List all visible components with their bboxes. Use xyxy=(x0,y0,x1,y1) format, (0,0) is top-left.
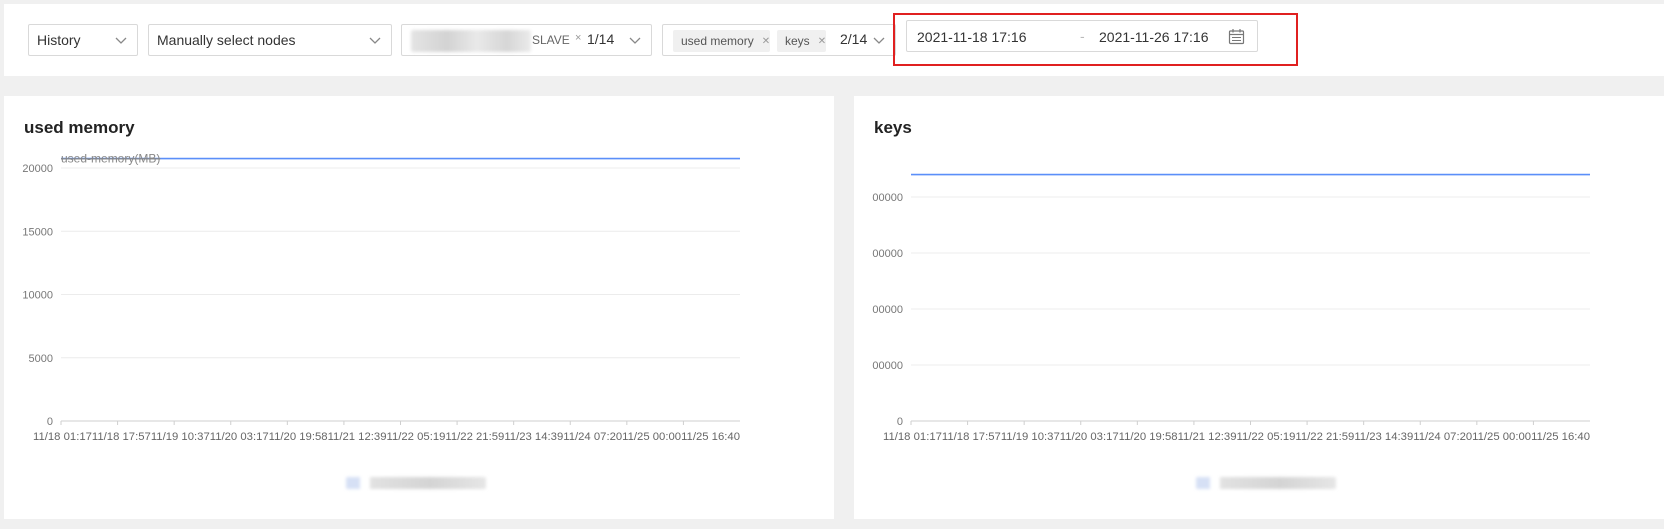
x-tick-label: 11/22 21:59 xyxy=(445,431,504,443)
x-tick-label: 11/18 17:57 xyxy=(942,431,1001,443)
metric-tag-label: keys xyxy=(785,34,810,48)
x-tick-label: 11/18 01:17 xyxy=(33,431,92,443)
x-tick-label: 11/21 12:39 xyxy=(328,431,387,443)
y-tick-label: 00000 xyxy=(872,360,903,372)
chevron-down-icon xyxy=(873,37,885,44)
date-range-highlight-box xyxy=(893,13,1298,66)
chevron-down-icon xyxy=(369,37,381,44)
x-tick-label: 11/23 14:39 xyxy=(1354,431,1413,443)
y-tick-label: 00000 xyxy=(872,192,903,204)
x-tick-label: 11/25 00:00 xyxy=(1472,431,1531,443)
x-tick-label: 11/22 05:19 xyxy=(1237,431,1296,443)
x-tick-labels: 11/18 01:17 11/18 17:57 11/19 10:37 11/20 0… xyxy=(33,431,740,443)
metric-tag: keys ✕ xyxy=(777,30,827,52)
x-tick-label: 11/24 07:20 xyxy=(1413,431,1472,443)
x-tick-label: 11/18 01:17 xyxy=(883,431,942,443)
chevron-down-icon xyxy=(629,37,641,44)
x-tick-label: 11/20 03:17 xyxy=(210,431,269,443)
chevron-down-icon xyxy=(115,37,127,44)
used-memory-chart: 0 5000 10000 15000 20000 11/18 01:17 11/18 17:… xyxy=(22,152,740,443)
close-icon[interactable]: ✕ xyxy=(762,36,770,47)
x-tick-label: 11/25 16:40 xyxy=(681,431,740,443)
x-tick-label: 11/23 14:39 xyxy=(504,431,563,443)
y-tick-label: 20000 xyxy=(22,163,53,175)
y-tick-label: 10000 xyxy=(22,290,53,302)
y-tick-label: 5000 xyxy=(29,353,53,365)
nodes-count: 1/14 xyxy=(587,31,615,47)
close-icon[interactable]: × xyxy=(575,32,581,44)
x-tick-label: 11/22 05:19 xyxy=(387,431,446,443)
node-tag-redacted xyxy=(411,30,531,52)
x-tick-label: 11/25 16:40 xyxy=(1531,431,1590,443)
mode-select-value: History xyxy=(37,32,81,48)
legend-redacted xyxy=(1196,477,1336,489)
x-tick-label: 11/22 21:59 xyxy=(1295,431,1354,443)
series-label: used-memory(MB) xyxy=(61,152,160,166)
x-tick-label: 11/24 07:20 xyxy=(563,431,622,443)
x-tick-label: 11/21 12:39 xyxy=(1178,431,1237,443)
legend-redacted xyxy=(346,477,486,489)
y-tick-label: 0 xyxy=(47,416,53,428)
node-tag-label: SLAVE xyxy=(532,33,570,47)
x-tick-label: 11/20 03:17 xyxy=(1060,431,1119,443)
x-tick-label: 11/18 17:57 xyxy=(92,431,151,443)
x-tick-label: 11/19 10:37 xyxy=(1001,431,1060,443)
y-tick-label: 15000 xyxy=(22,226,53,238)
close-icon[interactable]: ✕ xyxy=(818,36,826,47)
chart-panel-used-memory: used memory 0 5000 10000 15000 20000 11/18 01… xyxy=(4,96,834,519)
mode-select[interactable]: History xyxy=(28,24,138,56)
x-tick-label: 11/19 10:37 xyxy=(151,431,210,443)
metric-tag: used memory ✕ xyxy=(673,30,771,52)
x-tick-label: 11/25 00:00 xyxy=(622,431,681,443)
node-selection-select[interactable]: Manually select nodes xyxy=(148,24,392,56)
y-tick-label: 00000 xyxy=(872,304,903,316)
y-tick-label: 00000 xyxy=(872,248,903,260)
x-tick-label: 11/20 19:58 xyxy=(269,431,328,443)
x-tick-label: 11/20 19:58 xyxy=(1119,431,1178,443)
metrics-multiselect[interactable]: used memory ✕ keys ✕ 2/14 xyxy=(662,24,896,56)
node-selection-value: Manually select nodes xyxy=(157,32,296,48)
filter-bar: History Manually select nodes SLAVE × 1/… xyxy=(4,4,1664,76)
metrics-count: 2/14 xyxy=(840,31,868,47)
nodes-multiselect[interactable]: SLAVE × 1/14 xyxy=(401,24,652,56)
x-tick-labels: 11/18 01:17 11/18 17:57 11/19 10:37 11/20 0… xyxy=(883,431,1590,443)
keys-chart: 00000000000000000000011/18 01:17 11/18 17… xyxy=(872,173,1590,443)
y-tick-label: 0 xyxy=(897,416,903,428)
metric-tag-label: used memory xyxy=(681,34,754,48)
chart-panel-keys: keys 0 00000 00000 00000 00000 11/18 01:17 11/… xyxy=(854,96,1664,519)
